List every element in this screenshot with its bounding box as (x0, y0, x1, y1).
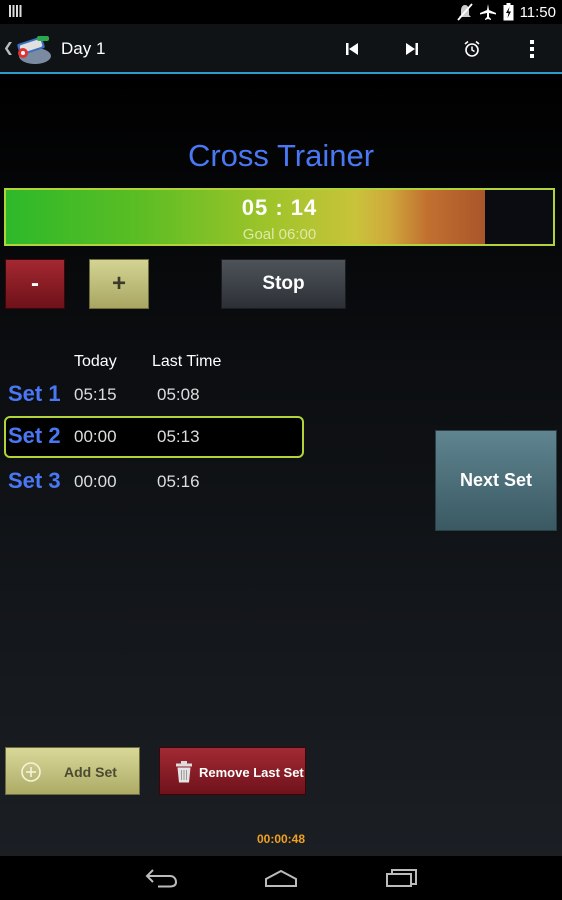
set-last-time: 05:08 (157, 385, 200, 404)
set-today-time: 05:15 (74, 385, 117, 404)
timer-goal: Goal 06:00 (242, 226, 317, 243)
navigation-bar (0, 856, 562, 900)
skip-previous-icon[interactable] (337, 34, 367, 64)
add-circle-icon (20, 761, 42, 786)
timer-elapsed: 05 : 14 (241, 195, 318, 220)
set-last-time: 05:13 (157, 427, 200, 446)
app-logo-icon[interactable] (13, 31, 53, 67)
decrease-button[interactable]: - (5, 259, 65, 309)
status-bar: 11:50 (0, 0, 562, 24)
back-icon[interactable] (141, 864, 181, 892)
workout-elapsed-time: 00:00:48 (256, 832, 306, 846)
column-header-today: Today (74, 353, 117, 370)
add-set-button[interactable]: Add Set (5, 747, 140, 795)
next-set-button[interactable]: Next Set (435, 430, 557, 531)
set-label: Set 2 (8, 423, 61, 448)
set-last-time: 05:16 (157, 472, 200, 491)
set-today-time: 00:00 (74, 427, 117, 446)
workout-panel: Cross Trainer 05 : 14 Goal 06:00 - + Sto… (0, 76, 562, 856)
skip-next-icon[interactable] (397, 34, 427, 64)
overflow-menu-icon[interactable] (517, 34, 547, 64)
set-label: Set 1 (8, 381, 61, 406)
set-today-time: 00:00 (74, 472, 117, 491)
status-time: 11:50 (519, 3, 556, 21)
exercise-title: Cross Trainer (187, 138, 375, 173)
remove-last-set-button[interactable]: Remove Last Set (159, 747, 306, 795)
mute-icon (456, 3, 473, 21)
recent-apps-icon[interactable] (381, 864, 421, 892)
set-row-3[interactable]: Set 3 00:00 05:16 (4, 461, 304, 503)
column-header-last-time: Last Time (152, 353, 222, 370)
set-label: Set 3 (8, 468, 61, 493)
airplane-mode-icon (479, 3, 497, 21)
battery-charging-icon (503, 3, 514, 21)
alarm-icon[interactable] (457, 34, 487, 64)
notification-icon (8, 4, 22, 18)
home-icon[interactable] (261, 864, 301, 892)
screen-title: Day 1 (61, 39, 106, 58)
action-bar: ❮ Day 1 (0, 24, 562, 74)
increase-button[interactable]: + (89, 259, 149, 309)
action-bar-divider (0, 72, 562, 74)
stop-button[interactable]: Stop (221, 259, 346, 309)
set-row-2[interactable]: Set 2 00:00 05:13 (4, 416, 304, 458)
trash-icon (175, 760, 193, 787)
timer-progress-bar: 05 : 14 Goal 06:00 (4, 188, 555, 246)
set-row-1[interactable]: Set 1 05:15 05:08 (4, 374, 304, 416)
remove-last-set-label: Remove Last Set (199, 765, 304, 780)
add-set-label: Add Set (64, 764, 117, 780)
